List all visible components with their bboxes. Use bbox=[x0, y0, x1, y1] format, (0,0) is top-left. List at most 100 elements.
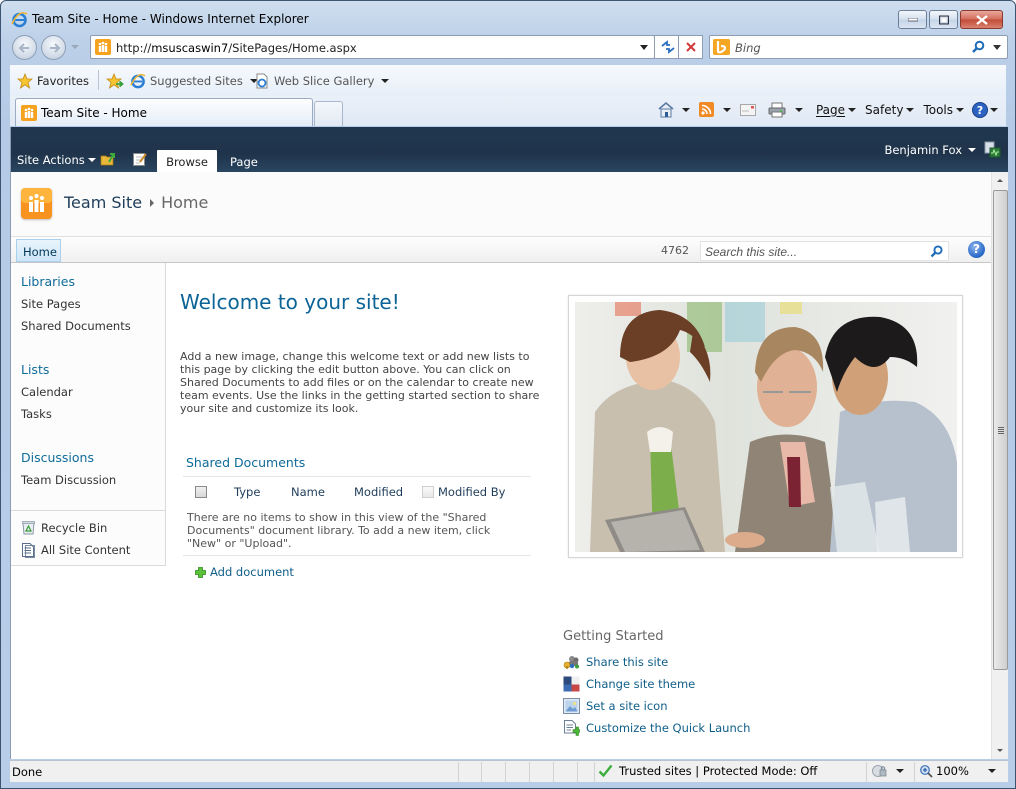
read-mail-button[interactable] bbox=[739, 103, 756, 116]
safety-menu[interactable]: Safety bbox=[865, 102, 915, 117]
suggested-sites-button[interactable]: Suggested Sites bbox=[130, 73, 258, 89]
help-icon[interactable]: ? bbox=[968, 241, 985, 258]
site-title-area: Team Site Home bbox=[11, 172, 991, 237]
stop-button[interactable] bbox=[678, 35, 703, 59]
minimize-button[interactable] bbox=[898, 10, 927, 29]
recent-pages-dropdown[interactable] bbox=[71, 45, 79, 49]
status-divider bbox=[458, 762, 459, 782]
add-plus-icon bbox=[195, 566, 206, 578]
url-host: msuscaswin7 bbox=[151, 41, 229, 55]
site-actions-label: Site Actions bbox=[17, 153, 85, 167]
tab-team-site-home[interactable]: Team Site - Home bbox=[15, 98, 313, 126]
web-slice-gallery-button[interactable]: Web Slice Gallery bbox=[254, 73, 390, 89]
navigate-up-icon[interactable] bbox=[100, 151, 116, 167]
maximize-button[interactable] bbox=[929, 10, 958, 29]
address-dropdown-icon[interactable] bbox=[640, 45, 648, 50]
status-divider bbox=[553, 762, 554, 782]
ql-all-site-content[interactable]: All Site Content bbox=[21, 542, 130, 558]
ql-recycle-bin[interactable]: Recycle Bin bbox=[21, 520, 107, 535]
topnav-item-home[interactable]: Home bbox=[16, 239, 61, 262]
team-photo-image bbox=[575, 302, 957, 552]
status-divider bbox=[481, 762, 482, 782]
ql-item-calendar[interactable]: Calendar bbox=[21, 385, 73, 399]
shared-documents-title[interactable]: Shared Documents bbox=[186, 455, 305, 470]
new-tab-button[interactable] bbox=[314, 101, 343, 126]
favorites-label: Favorites bbox=[37, 74, 89, 88]
status-divider bbox=[577, 762, 578, 782]
ql-item-shared-documents[interactable]: Shared Documents bbox=[21, 319, 131, 333]
ql-item-team-discussion[interactable]: Team Discussion bbox=[21, 473, 116, 487]
tools-menu[interactable]: Tools bbox=[923, 103, 964, 117]
chevron-down-icon bbox=[381, 79, 390, 83]
developer-dashboard-icon[interactable] bbox=[984, 141, 1001, 158]
help-menu[interactable]: ? bbox=[972, 101, 998, 118]
security-zone[interactable]: Trusted sites | Protected Mode: Off bbox=[598, 764, 817, 778]
site-logo-icon[interactable] bbox=[21, 188, 52, 219]
edit-page-icon[interactable] bbox=[132, 151, 148, 167]
site-search-input[interactable] bbox=[705, 245, 925, 259]
trusted-check-icon bbox=[598, 764, 613, 778]
ql-heading-lists[interactable]: Lists bbox=[21, 362, 49, 377]
column-separator-checkbox bbox=[422, 486, 434, 498]
url-text[interactable]: http://msuscaswin7/SitePages/Home.aspx bbox=[116, 41, 357, 55]
suggested-sites-label: Suggested Sites bbox=[150, 74, 243, 88]
address-bar[interactable]: http://msuscaswin7/SitePages/Home.aspx bbox=[90, 35, 655, 59]
gs-change-site-theme[interactable]: Change site theme bbox=[563, 676, 695, 692]
ql-item-tasks[interactable]: Tasks bbox=[21, 407, 52, 421]
vertical-scrollbar[interactable] bbox=[991, 172, 1008, 759]
site-actions-menu[interactable]: Site Actions bbox=[17, 153, 96, 167]
recycle-bin-icon bbox=[22, 521, 35, 535]
chevron-down-icon bbox=[990, 107, 998, 112]
chevron-down-icon bbox=[968, 148, 976, 152]
back-button[interactable] bbox=[12, 35, 37, 60]
column-modified[interactable]: Modified bbox=[354, 485, 403, 499]
refresh-button[interactable] bbox=[654, 35, 679, 59]
zoom-control[interactable]: 100% bbox=[920, 764, 996, 778]
favorites-button[interactable]: Favorites bbox=[17, 73, 89, 89]
ie-logo-icon bbox=[11, 11, 28, 28]
forward-button[interactable] bbox=[41, 35, 66, 60]
search-icon[interactable] bbox=[930, 245, 943, 258]
minimize-icon bbox=[907, 17, 918, 21]
protected-mode-button[interactable] bbox=[872, 764, 904, 778]
ql-item-site-pages[interactable]: Site Pages bbox=[21, 297, 81, 311]
add-document-link[interactable]: Add document bbox=[195, 565, 294, 579]
add-to-favorites-bar-button[interactable] bbox=[106, 73, 124, 89]
feeds-button[interactable] bbox=[698, 102, 731, 117]
scroll-up-button[interactable] bbox=[992, 172, 1008, 189]
page-menu[interactable]: Page bbox=[816, 103, 857, 117]
column-type[interactable]: Type bbox=[234, 485, 260, 499]
close-button[interactable] bbox=[960, 10, 1003, 29]
search-options-dropdown[interactable] bbox=[993, 45, 1001, 50]
ribbon-tab-page[interactable]: Page bbox=[230, 155, 258, 169]
search-icon[interactable] bbox=[971, 40, 985, 54]
getting-started-title: Getting Started bbox=[563, 629, 664, 644]
select-all-checkbox[interactable] bbox=[195, 486, 207, 498]
gs-customize-quick-launch[interactable]: Customize the Quick Launch bbox=[563, 720, 750, 736]
scroll-down-button[interactable] bbox=[992, 742, 1008, 759]
status-divider bbox=[594, 762, 595, 782]
welcome-image-frame bbox=[568, 295, 963, 558]
command-bar: Page Safety Tools ? bbox=[648, 101, 998, 118]
gs-set-site-icon[interactable]: Set a site icon bbox=[563, 698, 668, 714]
breadcrumb-site-link[interactable]: Team Site bbox=[64, 193, 142, 212]
site-icon-icon bbox=[563, 698, 580, 714]
column-modified-by[interactable]: Modified By bbox=[438, 485, 505, 499]
ql-heading-discussions[interactable]: Discussions bbox=[21, 450, 94, 465]
ql-heading-libraries[interactable]: Libraries bbox=[21, 274, 75, 289]
ribbon-tab-browse[interactable]: Browse bbox=[157, 150, 217, 172]
navigation-bar: http://msuscaswin7/SitePages/Home.aspx B… bbox=[1, 33, 1015, 63]
status-bar: Done Trusted sites | Protected Mode: Off… bbox=[10, 760, 1008, 782]
print-button[interactable] bbox=[768, 102, 803, 118]
scroll-thumb[interactable] bbox=[993, 190, 1008, 670]
browser-search-box[interactable]: Bing bbox=[709, 35, 1008, 59]
breadcrumb: Team Site Home bbox=[64, 193, 208, 212]
docs-title-rule bbox=[183, 476, 531, 477]
gs-share-this-site[interactable]: Share this site bbox=[563, 654, 668, 670]
safety-menu-label: Safety bbox=[865, 102, 904, 117]
column-name[interactable]: Name bbox=[291, 485, 325, 499]
tools-menu-label: Tools bbox=[923, 102, 953, 117]
home-button[interactable] bbox=[657, 101, 690, 118]
user-menu[interactable]: Benjamin Fox bbox=[884, 143, 976, 157]
web-slice-gallery-icon bbox=[256, 73, 268, 89]
